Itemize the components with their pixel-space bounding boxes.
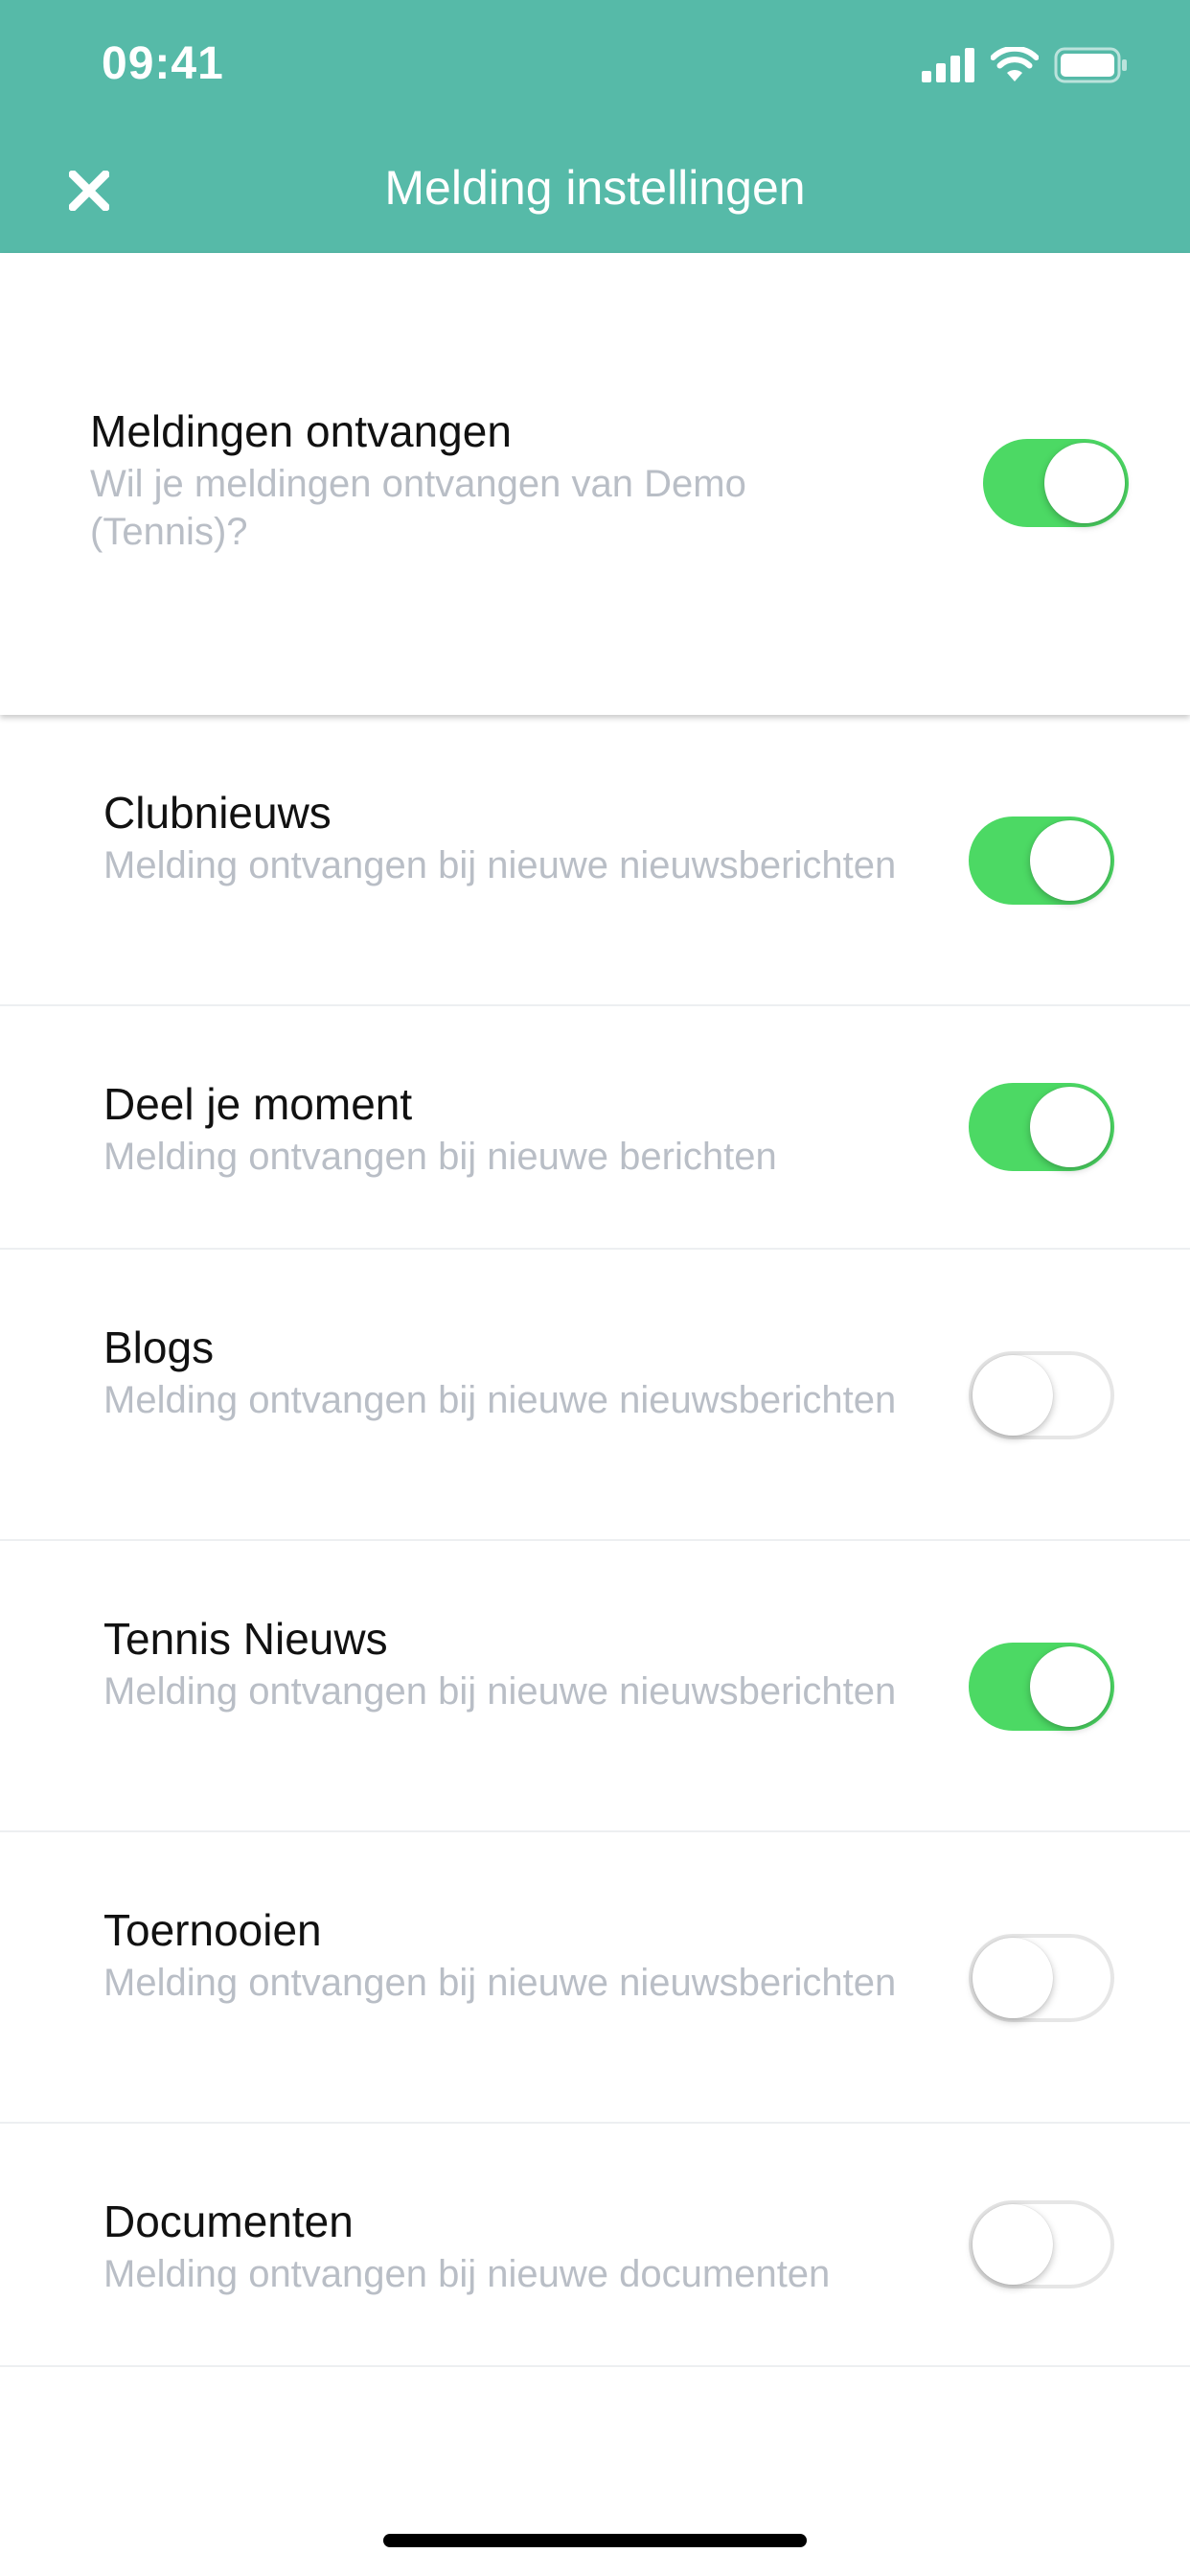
deel-je-moment-toggle[interactable] [969,1083,1114,1171]
setting-row-deel-je-moment: Deel je moment Melding ontvangen bij nie… [0,1006,1190,1250]
setting-description: Melding ontvangen bij nieuwe nieuwsberic… [103,1379,897,1421]
nav-header: 09:41 Melding instellingen [0,0,1190,253]
setting-title: Deel je moment [103,1079,413,1129]
setting-row-tennis-nieuws: Tennis Nieuws Melding ontvangen bij nieu… [0,1541,1190,1832]
setting-description: Melding ontvangen bij nieuwe nieuwsberic… [103,844,897,886]
setting-title: Tennis Nieuws [103,1614,388,1664]
documenten-toggle[interactable] [969,2200,1114,2288]
setting-description: Melding ontvangen bij nieuwe nieuwsberic… [103,1962,897,2004]
clubnieuws-toggle[interactable] [969,816,1114,905]
cellular-signal-icon [922,48,974,82]
setting-description: Melding ontvangen bij nieuwe nieuwsberic… [103,1670,897,1713]
setting-row-blogs: Blogs Melding ontvangen bij nieuwe nieuw… [0,1250,1190,1541]
toggle-knob [1030,1087,1110,1167]
wifi-icon [991,47,1039,81]
master-notification-setting: Meldingen ontvangen Wil je meldingen ont… [0,253,1190,715]
toggle-knob [973,2204,1053,2285]
master-notification-toggle[interactable] [983,439,1129,527]
setting-title: Toernooien [103,1905,322,1955]
setting-title: Documenten [103,2196,354,2246]
toggle-knob [1044,443,1125,523]
master-setting-description: Wil je meldingen ontvangen van Demo (Ten… [90,463,746,553]
toggle-knob [973,1355,1053,1436]
home-indicator[interactable] [383,2534,807,2547]
tennis-nieuws-toggle[interactable] [969,1643,1114,1731]
toggle-knob [1030,1646,1110,1727]
battery-icon [1054,47,1127,83]
notification-settings-list: Clubnieuws Melding ontvangen bij nieuwe … [0,715,1190,2367]
setting-title: Clubnieuws [103,788,332,838]
status-icons [922,44,1129,86]
setting-row-toernooien: Toernooien Melding ontvangen bij nieuwe … [0,1832,1190,2124]
setting-description: Melding ontvangen bij nieuwe documenten [103,2253,831,2295]
blogs-toggle[interactable] [969,1351,1114,1439]
toernooien-toggle[interactable] [969,1934,1114,2022]
status-time: 09:41 [102,38,224,89]
setting-description: Melding ontvangen bij nieuwe berichten [103,1136,777,1178]
setting-row-documenten: Documenten Melding ontvangen bij nieuwe … [0,2124,1190,2367]
setting-title: Blogs [103,1322,215,1372]
page-title: Melding instellingen [384,161,806,215]
master-setting-title: Meldingen ontvangen [90,406,512,456]
toggle-knob [973,1938,1053,2018]
toggle-knob [1030,820,1110,901]
setting-row-clubnieuws: Clubnieuws Melding ontvangen bij nieuwe … [0,715,1190,1006]
